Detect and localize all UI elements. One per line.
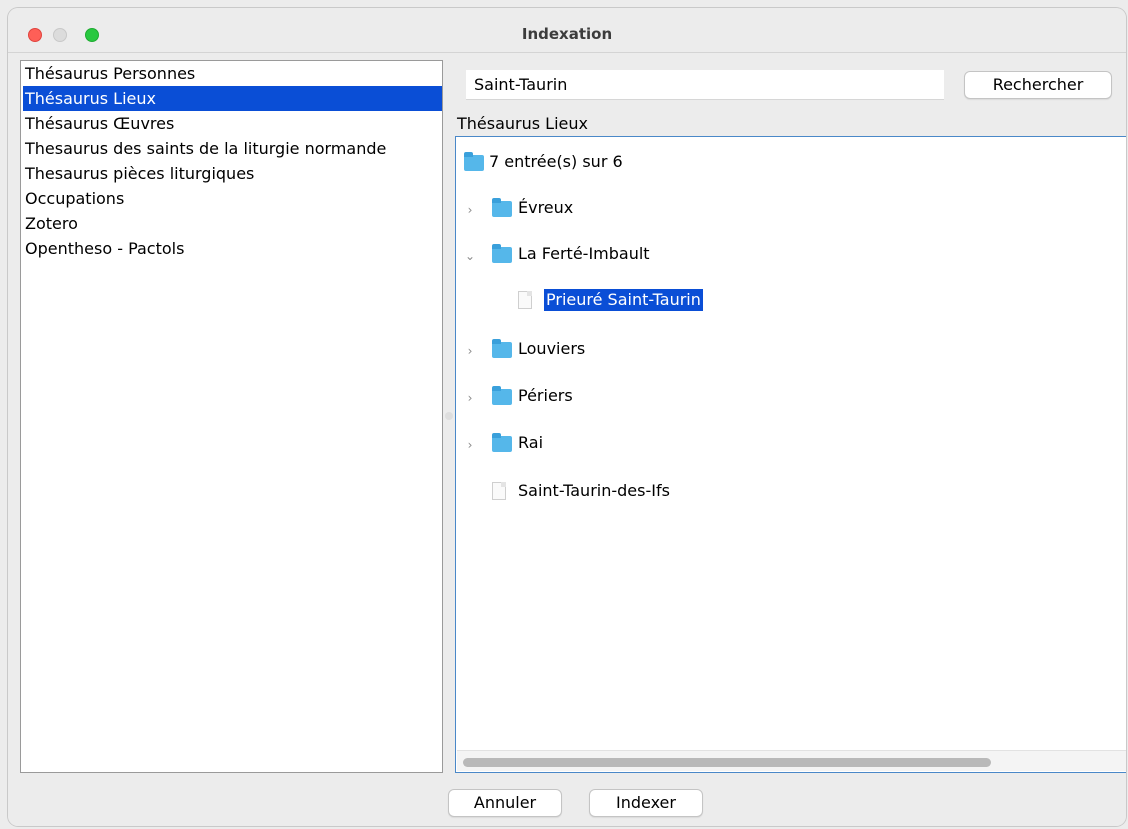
- folder-icon: [492, 244, 512, 263]
- tree-node-label: Rai: [518, 433, 544, 452]
- title-bar[interactable]: Indexation: [8, 8, 1126, 53]
- tree-leaf-saint-taurin-des-ifs[interactable]: Saint-Taurin-des-Ifs: [492, 478, 892, 504]
- folder-icon: [492, 339, 512, 358]
- tree-leaf-prieure-saint-taurin[interactable]: Prieuré Saint-Taurin: [518, 287, 918, 313]
- thesaurus-item-personnes[interactable]: Thésaurus Personnes: [23, 61, 442, 86]
- index-button[interactable]: Indexer: [589, 789, 703, 817]
- tree-heading: Thésaurus Lieux: [457, 114, 588, 133]
- thesaurus-item-lieux[interactable]: Thésaurus Lieux: [23, 86, 442, 111]
- thesaurus-tree[interactable]: 7 entrée(s) sur 6 › Évreux ⌄ La Ferté-Im…: [455, 136, 1126, 773]
- tree-root-label: 7 entrée(s) sur 6: [489, 152, 623, 171]
- indexation-window: Indexation Thésaurus Personnes Thésaurus…: [8, 8, 1126, 826]
- tree-root[interactable]: 7 entrée(s) sur 6: [464, 149, 864, 175]
- folder-icon: [492, 433, 512, 452]
- document-icon: [518, 291, 532, 309]
- chevron-right-icon[interactable]: ›: [464, 432, 476, 458]
- tree-node-label: La Ferté-Imbault: [518, 244, 650, 263]
- thesaurus-item-saints[interactable]: Thesaurus des saints de la liturgie norm…: [23, 136, 442, 161]
- cancel-button[interactable]: Annuler: [448, 789, 562, 817]
- window-title: Indexation: [521, 25, 613, 43]
- chevron-right-icon[interactable]: ›: [464, 197, 476, 223]
- tree-node-label: Périers: [518, 386, 573, 405]
- tree-node-louviers[interactable]: › Louviers: [464, 336, 864, 362]
- chevron-right-icon[interactable]: ›: [464, 385, 476, 411]
- tree-node-la-ferte-imbault[interactable]: ⌄ La Ferté-Imbault: [464, 241, 864, 267]
- dialog-button-bar: [8, 778, 1126, 826]
- folder-icon: [464, 152, 484, 171]
- horizontal-scrollbar[interactable]: [457, 750, 1126, 771]
- thesaurus-list[interactable]: Thésaurus Personnes Thésaurus Lieux Thés…: [20, 60, 443, 773]
- split-pane-divider[interactable]: [445, 412, 453, 420]
- tree-node-label: Prieuré Saint-Taurin: [544, 289, 703, 311]
- thesaurus-item-zotero[interactable]: Zotero: [23, 211, 442, 236]
- thesaurus-item-pieces-liturgiques[interactable]: Thesaurus pièces liturgiques: [23, 161, 442, 186]
- tree-node-label: Saint-Taurin-des-Ifs: [518, 481, 670, 500]
- document-icon: [492, 482, 506, 500]
- tree-node-label: Évreux: [518, 198, 574, 217]
- search-input[interactable]: [466, 70, 944, 100]
- thesaurus-item-occupations[interactable]: Occupations: [23, 186, 442, 211]
- tree-node-label: Louviers: [518, 339, 586, 358]
- thesaurus-item-opentheso[interactable]: Opentheso - Pactols: [23, 236, 442, 261]
- chevron-right-icon[interactable]: ›: [464, 338, 476, 364]
- tree-node-rai[interactable]: › Rai: [464, 430, 864, 456]
- folder-icon: [492, 198, 512, 217]
- search-button[interactable]: Rechercher: [964, 71, 1112, 99]
- tree-node-periers[interactable]: › Périers: [464, 383, 864, 409]
- chevron-down-icon[interactable]: ⌄: [464, 243, 476, 269]
- tree-node-evreux[interactable]: › Évreux: [464, 195, 864, 221]
- thesaurus-item-oeuvres[interactable]: Thésaurus Œuvres: [23, 111, 442, 136]
- folder-icon: [492, 386, 512, 405]
- scrollbar-thumb[interactable]: [463, 758, 991, 767]
